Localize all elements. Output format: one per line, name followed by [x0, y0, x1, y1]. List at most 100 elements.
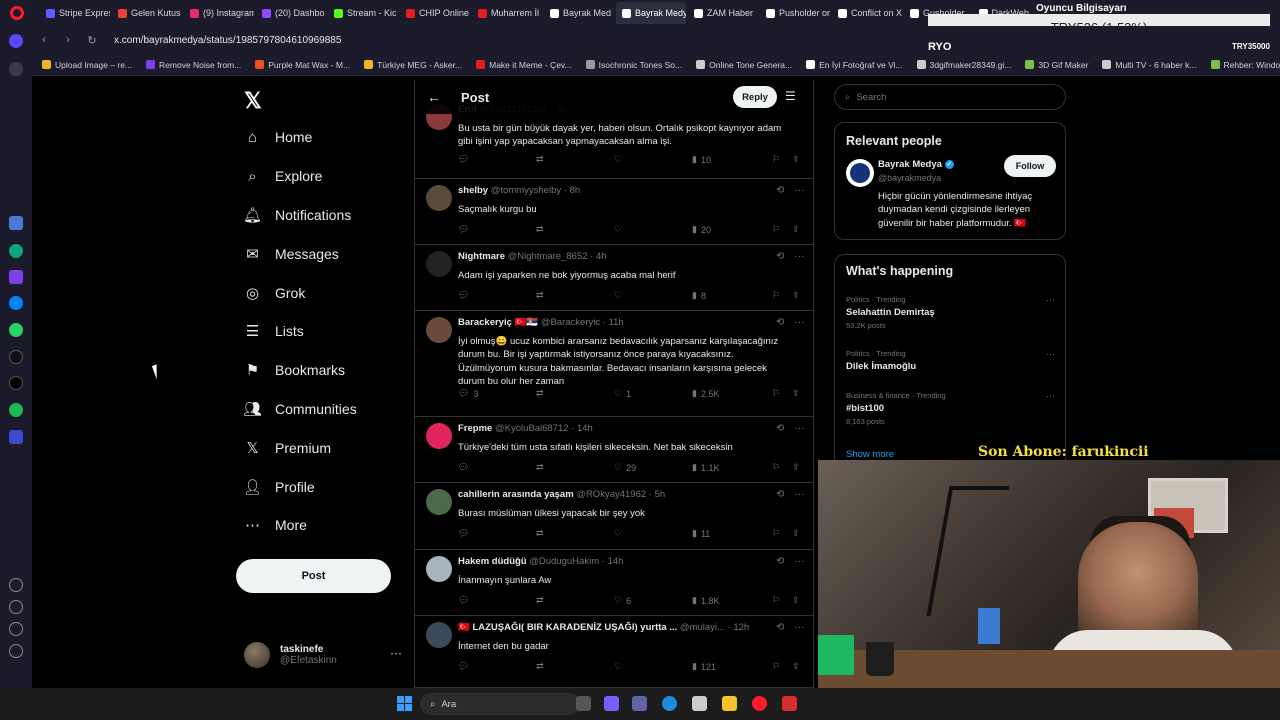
sliders-icon[interactable]: ☰: [785, 89, 796, 103]
tweet[interactable]: cahillerin arasında yaşam @ROkyay41962 ·…: [415, 483, 813, 550]
share-action[interactable]: ⇪: [792, 528, 800, 539]
bookmark-action[interactable]: ⚐: [772, 661, 780, 672]
like-action[interactable]: ♡: [614, 661, 626, 672]
tweet-time[interactable]: 14h: [577, 423, 593, 434]
nav-item-communities[interactable]: 👥︎ Communities: [236, 390, 357, 429]
reply-action[interactable]: 💬︎: [458, 290, 473, 301]
tweet-author-name[interactable]: 🇹🇷 LAZUŞAĞI( BIR KARADENİZ UŞAĞI) yurtta…: [458, 622, 677, 633]
more-dots-icon[interactable]: ···: [1046, 391, 1055, 401]
bookmark-item[interactable]: Make it Meme - Çev...: [476, 60, 572, 70]
browser-tab[interactable]: Stripe Expres: [40, 2, 110, 24]
more-dots-icon[interactable]: ···: [794, 556, 804, 567]
file-explorer-icon[interactable]: [722, 696, 737, 711]
messenger-icon[interactable]: [9, 296, 23, 310]
share-action[interactable]: ⇪: [792, 661, 800, 672]
tweet-author-name[interactable]: Frepme: [458, 423, 492, 434]
more-dots-icon[interactable]: ···: [794, 489, 804, 500]
avatar[interactable]: [426, 622, 452, 648]
tweet-author-name[interactable]: Nightmare: [458, 251, 505, 262]
nav-item-lists[interactable]: ☰ Lists: [236, 312, 357, 351]
back-arrow-icon[interactable]: ‹: [32, 34, 56, 46]
views-action[interactable]: ▮ 121: [692, 661, 716, 672]
bookmark-action[interactable]: ⚐: [772, 388, 780, 399]
grok-icon[interactable]: ⟲: [776, 317, 784, 328]
account-switcher[interactable]: taskinefe @Efetaskinn ···: [244, 642, 404, 668]
history-icon[interactable]: [9, 600, 23, 614]
bookmark-item[interactable]: Online Tone Genera...: [696, 60, 792, 70]
star-icon[interactable]: [9, 62, 23, 76]
browser-tab[interactable]: Conflict on X: [832, 2, 902, 24]
more-dots-icon[interactable]: ···: [390, 646, 402, 660]
grok-icon[interactable]: ⟲: [776, 185, 784, 196]
show-more-link[interactable]: Show more: [846, 449, 894, 460]
x-logo-icon[interactable]: 𝕏: [244, 88, 262, 114]
whatsapp-icon[interactable]: [9, 323, 23, 337]
nav-item-grok[interactable]: ◎ Grok: [236, 273, 357, 312]
repost-action[interactable]: ⇄: [536, 661, 544, 672]
repost-action[interactable]: ⇄: [536, 462, 544, 473]
browser-tab[interactable]: Stream - Kic: [328, 2, 398, 24]
heart-icon[interactable]: [9, 578, 23, 592]
tweet[interactable]: Frepme @KyoluBal68712 · 14h ⟲ ··· Türkiye'd…: [415, 417, 813, 483]
browser-tab[interactable]: CHIP Online: [400, 2, 470, 24]
tweet-author-handle[interactable]: @ROkyay41962: [576, 489, 646, 500]
reply-action[interactable]: 💬︎: [458, 462, 473, 473]
more-dots-icon[interactable]: ···: [794, 622, 804, 633]
tweet[interactable]: shelby @tommyyshelby · 8h ⟲ ··· Saçmalık ku…: [415, 179, 813, 245]
opera-logo-icon[interactable]: [10, 6, 24, 20]
grok-icon[interactable]: ⟲: [776, 622, 784, 633]
tweet-author-handle[interactable]: @KyoluBal68712: [495, 423, 569, 434]
views-action[interactable]: ▮ 10: [692, 154, 711, 165]
reply-action[interactable]: 💬︎: [458, 224, 473, 235]
bookmark-action[interactable]: ⚐: [772, 595, 780, 606]
post-button[interactable]: Post: [236, 559, 391, 593]
tweet-author-name[interactable]: shelby: [458, 185, 488, 196]
store-icon[interactable]: [692, 696, 707, 711]
nav-item-home[interactable]: ⌂ Home: [236, 118, 357, 157]
bookmark-item[interactable]: Isochronic Tones So...: [585, 60, 682, 70]
repost-action[interactable]: ⇄: [536, 388, 544, 399]
reload-icon[interactable]: ↻: [80, 34, 104, 47]
avatar[interactable]: [426, 251, 452, 277]
share-action[interactable]: ⇪: [792, 595, 800, 606]
trend-item[interactable]: Politics · Trending Selahattin Demirtaş 53…: [846, 295, 1056, 330]
more-dots-icon[interactable]: ···: [794, 317, 804, 328]
avatar[interactable]: [426, 556, 452, 582]
tweet-author-handle[interactable]: @tommyyshelby: [491, 185, 561, 196]
tweet-author-handle[interactable]: @Nightmare_8652: [508, 251, 588, 262]
bookmark-item[interactable]: 3D Gif Maker: [1025, 60, 1088, 70]
bookmark-item[interactable]: 3dgifmaker28349.gi...: [916, 60, 1011, 70]
trend-item[interactable]: Business & finance · Trending #bist100 8,1…: [846, 391, 1056, 426]
bookmark-item[interactable]: Multi TV - 6 haber k...: [1102, 60, 1197, 70]
tweet-author-name[interactable]: Hakem düdüğü: [458, 556, 527, 567]
tweet-author-name[interactable]: Barackeryiç 🇹🇷🇷🇸: [458, 317, 538, 328]
nav-item-messages[interactable]: ✉ Messages: [236, 234, 357, 273]
tweet-author-handle[interactable]: @mulayi...: [680, 622, 725, 633]
tiktok-icon[interactable]: [9, 350, 23, 364]
views-action[interactable]: ▮ 1.1K: [692, 462, 719, 473]
more-dots-icon[interactable]: ···: [794, 423, 804, 434]
grok-icon[interactable]: ⟲: [776, 251, 784, 262]
settings-icon[interactable]: [9, 622, 23, 636]
tweet-author-handle[interactable]: @Barackeryic: [541, 317, 600, 328]
reply-action[interactable]: 💬︎: [458, 154, 473, 165]
more-dots-icon[interactable]: ···: [794, 251, 804, 262]
spotify-icon[interactable]: [9, 403, 23, 417]
back-arrow-icon[interactable]: ←: [427, 89, 441, 105]
forward-arrow-icon[interactable]: ›: [56, 34, 80, 46]
views-action[interactable]: ▮ 8: [692, 290, 706, 301]
grok-icon[interactable]: ⟲: [776, 423, 784, 434]
avatar[interactable]: [426, 423, 452, 449]
browser-tab[interactable]: (9) Instagram: [184, 2, 254, 24]
grok-icon[interactable]: ⟲: [776, 556, 784, 567]
nav-item-more[interactable]: ⋯ More: [236, 506, 357, 545]
url-field[interactable]: x.com/bayrakmedya/status/198579780461096…: [114, 35, 341, 46]
tweet-author-handle[interactable]: @DuduguHakim: [529, 556, 599, 567]
browser-tab[interactable]: Bayrak Medya on X:: [616, 2, 686, 24]
browser-tab[interactable]: (20) Dashbo: [256, 2, 326, 24]
nav-item-explore[interactable]: ⌕ Explore: [236, 157, 357, 196]
bookmark-item[interactable]: Upload Image – re...: [42, 60, 132, 70]
share-action[interactable]: ⇪: [792, 224, 800, 235]
views-action[interactable]: ▮ 2.5K: [692, 388, 719, 399]
trend-item[interactable]: Politics · Trending Dilek İmamoğlu ···: [846, 349, 1056, 375]
